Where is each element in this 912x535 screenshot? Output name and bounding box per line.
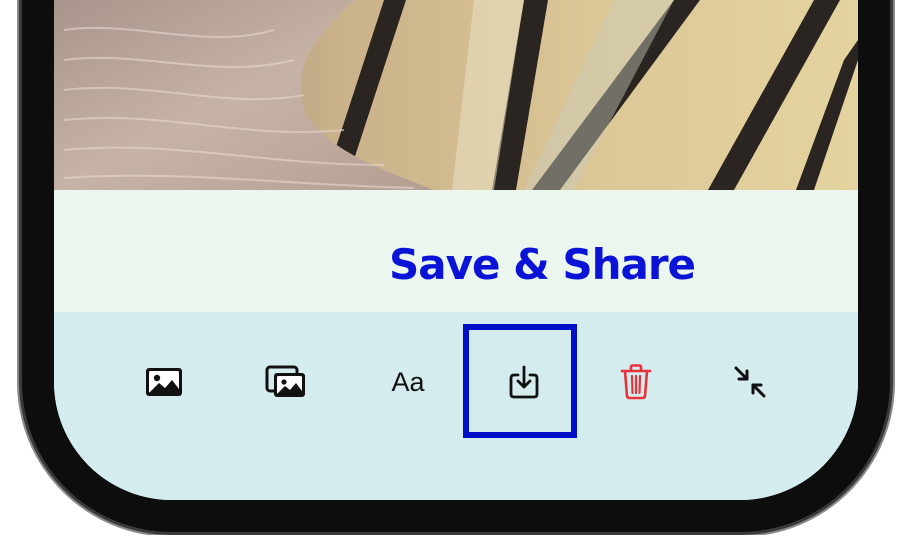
photo-button[interactable]: [134, 352, 194, 412]
photo-image: [54, 0, 858, 190]
photos-stack-icon: [265, 365, 305, 397]
bottom-toolbar: Aa: [54, 312, 858, 500]
delete-button[interactable]: [606, 352, 666, 412]
text-style-label: Aa: [391, 366, 425, 397]
save-share-button[interactable]: [494, 352, 554, 412]
collapse-button[interactable]: [720, 352, 780, 412]
text-style-button[interactable]: Aa: [378, 352, 438, 412]
trash-icon: [620, 364, 652, 400]
photo-library-button[interactable]: [256, 352, 316, 412]
collapse-icon: [734, 366, 766, 398]
photo-preview: [54, 0, 858, 190]
photo-icon: [146, 368, 182, 396]
save-share-icon: [509, 365, 539, 399]
app-screen: Save & Share Aa: [54, 0, 858, 500]
save-share-caption: Save & Share: [389, 240, 696, 289]
